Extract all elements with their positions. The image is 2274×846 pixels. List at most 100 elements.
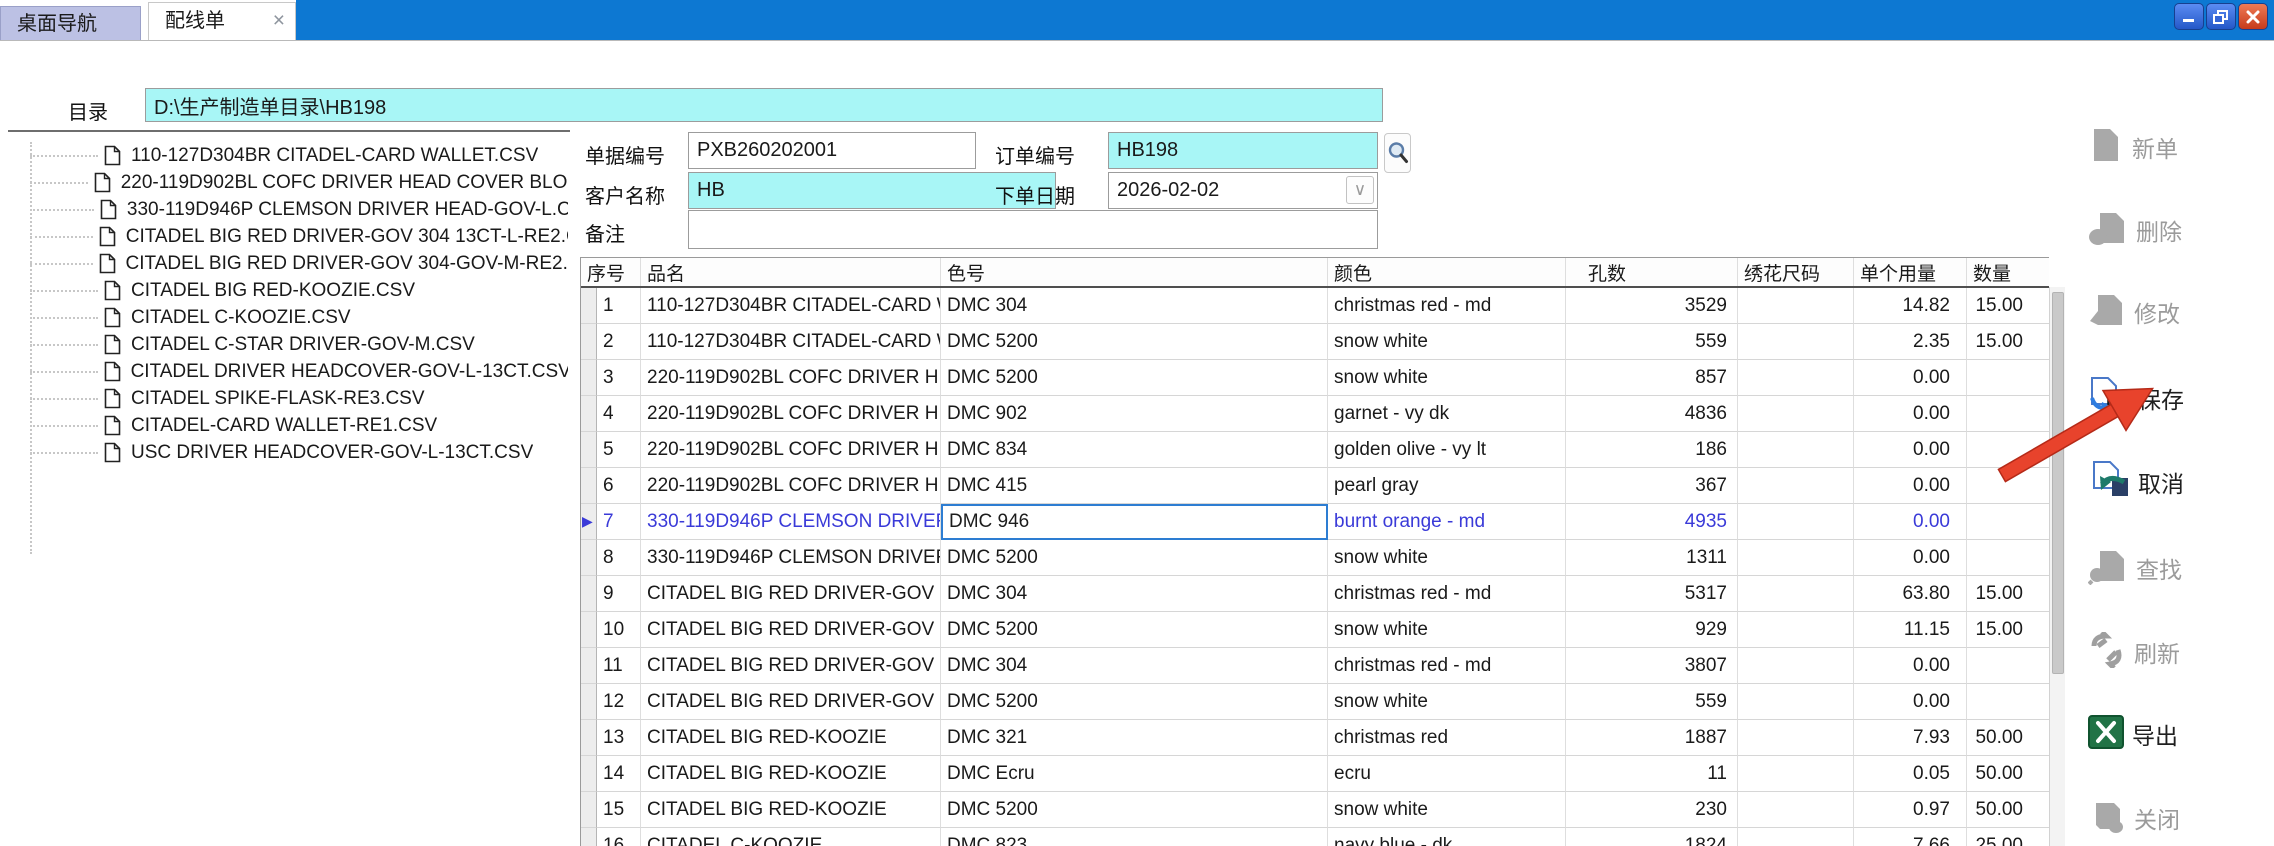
- tree-file-item[interactable]: CITADEL C-KOOZIE.CSV: [8, 304, 568, 331]
- colorno-cell[interactable]: DMC 415: [941, 468, 1328, 504]
- save-button[interactable]: 保存: [2088, 376, 2258, 420]
- color-cell[interactable]: garnet - vy dk: [1328, 396, 1566, 432]
- embsize-cell[interactable]: [1738, 432, 1854, 468]
- table-vertical-scrollbar[interactable]: [2049, 287, 2065, 846]
- tree-file-item[interactable]: CITADEL-CARD WALLET-RE1.CSV: [8, 412, 568, 439]
- colorno-cell[interactable]: DMC 304: [941, 648, 1328, 684]
- table-row[interactable]: 5220-119D902BL COFC DRIVER HEADDMC 834go…: [581, 432, 2049, 468]
- color-cell[interactable]: burnt orange - md: [1328, 504, 1566, 540]
- colorno-cell[interactable]: DMC 834: [941, 432, 1328, 468]
- colorno-cell[interactable]: DMC 5200: [941, 540, 1328, 576]
- colorno-cell[interactable]: DMC 5200: [941, 360, 1328, 396]
- colorno-cell[interactable]: DMC 321: [941, 720, 1328, 756]
- seq-cell[interactable]: 12: [597, 684, 641, 720]
- doc-no-input[interactable]: PXB260202001: [688, 132, 976, 169]
- table-row[interactable]: 3220-119D902BL COFC DRIVER HEADDMC 5200s…: [581, 360, 2049, 396]
- name-cell[interactable]: 110-127D304BR CITADEL-CARD WALLET: [641, 288, 941, 324]
- seq-cell[interactable]: 4: [597, 396, 641, 432]
- minimize-button[interactable]: [2174, 3, 2204, 30]
- name-cell[interactable]: CITADEL C-KOOZIE: [641, 828, 941, 846]
- embsize-cell[interactable]: [1738, 288, 1854, 324]
- colorno-cell[interactable]: DMC 5200: [941, 612, 1328, 648]
- table-row[interactable]: 15CITADEL BIG RED-KOOZIEDMC 5200snow whi…: [581, 792, 2049, 828]
- name-cell[interactable]: CITADEL BIG RED DRIVER-GOV 304-: [641, 684, 941, 720]
- embsize-cell[interactable]: [1738, 360, 1854, 396]
- tab-close-icon[interactable]: ×: [273, 3, 285, 39]
- column-header-color[interactable]: 颜色: [1328, 258, 1566, 286]
- color-cell[interactable]: christmas red: [1328, 720, 1566, 756]
- name-cell[interactable]: CITADEL BIG RED DRIVER-GOV 304: [641, 612, 941, 648]
- tree-file-item[interactable]: USC DRIVER HEADCOVER-GOV-L-13CT.CSV: [8, 439, 568, 466]
- color-cell[interactable]: christmas red - md: [1328, 648, 1566, 684]
- qty-cell[interactable]: 25.00: [1967, 828, 2049, 846]
- colorno-cell[interactable]: DMC 946: [941, 504, 1328, 540]
- qty-cell[interactable]: [1967, 432, 2049, 468]
- name-cell[interactable]: 330-119D946P CLEMSON DRIVER H: [641, 540, 941, 576]
- holes-cell[interactable]: 230: [1566, 792, 1738, 828]
- usage-cell[interactable]: 0.00: [1854, 504, 1967, 540]
- name-cell[interactable]: CITADEL BIG RED-KOOZIE: [641, 720, 941, 756]
- table-row[interactable]: 10CITADEL BIG RED DRIVER-GOV 304DMC 5200…: [581, 612, 2049, 648]
- seq-cell[interactable]: 1: [597, 288, 641, 324]
- usage-cell[interactable]: 0.00: [1854, 432, 1967, 468]
- holes-cell[interactable]: 3807: [1566, 648, 1738, 684]
- seq-cell[interactable]: 10: [597, 612, 641, 648]
- embsize-cell[interactable]: [1738, 792, 1854, 828]
- new-doc-button[interactable]: 新单: [2088, 125, 2258, 169]
- column-header-seq[interactable]: 序号: [581, 258, 641, 286]
- holes-cell[interactable]: 4836: [1566, 396, 1738, 432]
- seq-cell[interactable]: 16: [597, 828, 641, 846]
- embsize-cell[interactable]: [1738, 396, 1854, 432]
- usage-cell[interactable]: 2.35: [1854, 324, 1967, 360]
- order-no-input[interactable]: HB198: [1108, 132, 1378, 169]
- colorno-cell[interactable]: DMC 304: [941, 288, 1328, 324]
- chevron-down-icon[interactable]: ∨: [1346, 176, 1374, 204]
- directory-input[interactable]: D:\生产制造单目录\HB198: [145, 88, 1383, 122]
- holes-cell[interactable]: 4935: [1566, 504, 1738, 540]
- table-row[interactable]: 6220-119D902BL COFC DRIVER HEADDMC 415pe…: [581, 468, 2049, 504]
- name-cell[interactable]: 220-119D902BL COFC DRIVER HEAD: [641, 396, 941, 432]
- seq-cell[interactable]: 5: [597, 432, 641, 468]
- table-row[interactable]: 16CITADEL C-KOOZIEDMC 823navy blue - dk1…: [581, 828, 2049, 846]
- seq-cell[interactable]: 8: [597, 540, 641, 576]
- seq-cell[interactable]: 15: [597, 792, 641, 828]
- tree-file-item[interactable]: CITADEL DRIVER HEADCOVER-GOV-L-13CT.CSV: [8, 358, 568, 385]
- tab-desktop-nav[interactable]: 桌面导航: [0, 6, 141, 40]
- seq-cell[interactable]: 13: [597, 720, 641, 756]
- usage-cell[interactable]: 7.93: [1854, 720, 1967, 756]
- qty-cell[interactable]: [1967, 396, 2049, 432]
- edit-button[interactable]: 修改: [2088, 290, 2258, 334]
- qty-cell[interactable]: [1967, 540, 2049, 576]
- embsize-cell[interactable]: [1738, 504, 1854, 540]
- embsize-cell[interactable]: [1738, 648, 1854, 684]
- color-cell[interactable]: snow white: [1328, 324, 1566, 360]
- tree-file-item[interactable]: 110-127D304BR CITADEL-CARD WALLET.CSV: [8, 142, 568, 169]
- embsize-cell[interactable]: [1738, 612, 1854, 648]
- tab-wiring-list[interactable]: 配线单 ×: [148, 2, 296, 40]
- column-header-embsize[interactable]: 绣花尺码: [1738, 258, 1854, 286]
- tree-file-item[interactable]: 330-119D946P CLEMSON DRIVER HEAD-GOV-L.C…: [8, 196, 568, 223]
- qty-cell[interactable]: 50.00: [1967, 756, 2049, 792]
- name-cell[interactable]: CITADEL BIG RED DRIVER-GOV 304: [641, 576, 941, 612]
- column-header-usage[interactable]: 单个用量: [1854, 258, 1967, 286]
- holes-cell[interactable]: 1824: [1566, 828, 1738, 846]
- table-row[interactable]: 14CITADEL BIG RED-KOOZIEDMC Ecruecru110.…: [581, 756, 2049, 792]
- scrollbar-thumb[interactable]: [2052, 292, 2064, 674]
- qty-cell[interactable]: 15.00: [1967, 576, 2049, 612]
- name-cell[interactable]: CITADEL BIG RED DRIVER-GOV 304-: [641, 648, 941, 684]
- usage-cell[interactable]: 0.00: [1854, 360, 1967, 396]
- holes-cell[interactable]: 1887: [1566, 720, 1738, 756]
- table-row[interactable]: 12CITADEL BIG RED DRIVER-GOV 304-DMC 520…: [581, 684, 2049, 720]
- restore-button[interactable]: [2206, 3, 2236, 30]
- qty-cell[interactable]: [1967, 648, 2049, 684]
- order-date-combo[interactable]: 2026-02-02 ∨: [1108, 172, 1378, 209]
- tree-file-item[interactable]: CITADEL BIG RED DRIVER-GOV 304-GOV-M-RE2…: [8, 250, 568, 277]
- usage-cell[interactable]: 0.00: [1854, 396, 1967, 432]
- qty-cell[interactable]: [1967, 468, 2049, 504]
- holes-cell[interactable]: 1311: [1566, 540, 1738, 576]
- colorno-cell[interactable]: DMC 5200: [941, 324, 1328, 360]
- close-button[interactable]: 关闭: [2088, 796, 2258, 840]
- color-cell[interactable]: christmas red - md: [1328, 576, 1566, 612]
- table-row[interactable]: ▶7330-119D946P CLEMSON DRIVER HDMC 946bu…: [581, 504, 2049, 540]
- export-excel-button[interactable]: 导出: [2088, 712, 2258, 756]
